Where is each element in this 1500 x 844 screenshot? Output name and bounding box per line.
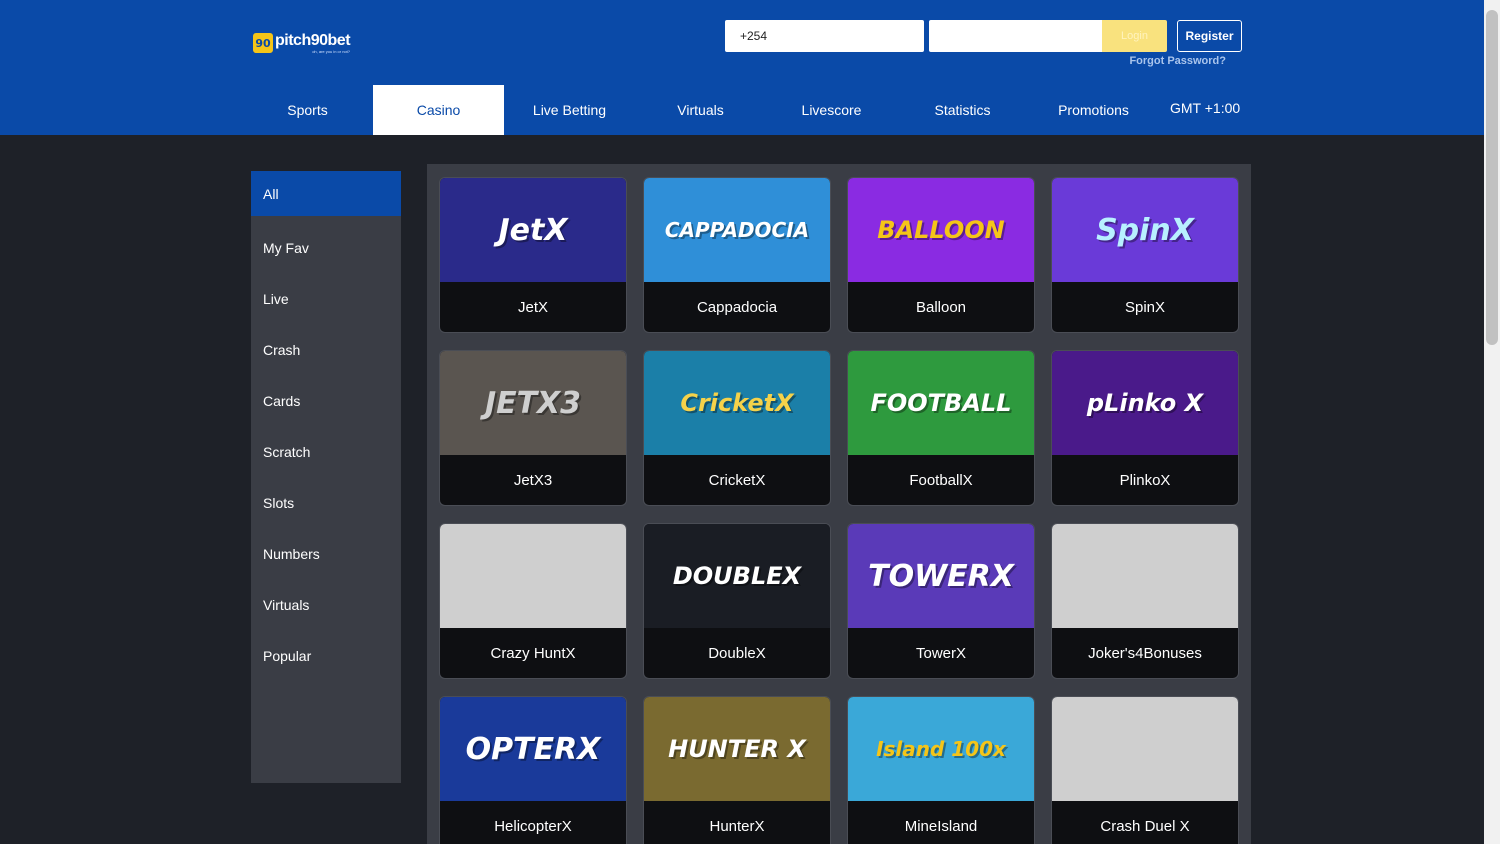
category-slots[interactable]: Slots (251, 477, 401, 528)
game-thumbnail-logo: BALLOON (877, 216, 1005, 244)
category-sidebar: All My Fav Live Crash Cards Scratch Slots Numbe… (251, 171, 401, 783)
game-thumbnail[interactable]: TOWERX (848, 524, 1034, 628)
game-title[interactable]: HelicopterX (440, 801, 626, 844)
forgot-password-link[interactable]: Forgot Password? (1129, 55, 1226, 67)
game-title[interactable]: Cappadocia (644, 282, 830, 332)
game-thumbnail-logo: DOUBLEX (672, 562, 802, 590)
site-header: 90 pitch90bet oh, are you in or not? Log… (0, 0, 1484, 135)
game-card[interactable]: CAPPADOCIA Cappadocia (643, 177, 831, 333)
game-thumbnail-logo: Island 100x (876, 737, 1006, 761)
game-title[interactable]: SpinX (1052, 282, 1238, 332)
register-button[interactable]: Register (1177, 20, 1242, 52)
games-grid: JetX JetX CAPPADOCIA Cappadocia BALLOON Ballo… (439, 177, 1239, 844)
game-card[interactable]: BALLOON Balloon (847, 177, 1035, 333)
game-card[interactable]: Island 100x MineIsland (847, 696, 1035, 844)
game-thumbnail[interactable] (1052, 697, 1238, 801)
game-thumbnail[interactable]: pLinko X (1052, 351, 1238, 455)
game-title[interactable]: MineIsland (848, 801, 1034, 844)
game-card[interactable]: Crash Duel X (1051, 696, 1239, 844)
game-thumbnail[interactable]: JetX (440, 178, 626, 282)
game-thumbnail[interactable]: CAPPADOCIA (644, 178, 830, 282)
game-card[interactable]: SpinX SpinX (1051, 177, 1239, 333)
game-thumbnail[interactable]: BALLOON (848, 178, 1034, 282)
game-thumbnail[interactable]: Island 100x (848, 697, 1034, 801)
game-thumbnail-logo: CAPPADOCIA (664, 218, 810, 242)
game-thumbnail[interactable]: JETX3 (440, 351, 626, 455)
category-virtuals[interactable]: Virtuals (251, 579, 401, 630)
game-thumbnail[interactable] (1052, 524, 1238, 628)
game-title[interactable]: FootballX (848, 455, 1034, 505)
game-title[interactable]: TowerX (848, 628, 1034, 678)
game-title[interactable]: JetX (440, 282, 626, 332)
category-numbers[interactable]: Numbers (251, 528, 401, 579)
logo-badge-icon: 90 (253, 33, 273, 53)
game-title[interactable]: CricketX (644, 455, 830, 505)
game-thumbnail-logo: JETX3 (484, 385, 582, 421)
game-title[interactable]: Balloon (848, 282, 1034, 332)
main-nav: Sports Casino Live Betting Virtuals Livescor… (242, 85, 1159, 135)
game-card[interactable]: TOWERX TowerX (847, 523, 1035, 679)
game-thumbnail[interactable]: CricketX (644, 351, 830, 455)
game-thumbnail-logo: FOOTBALL (870, 389, 1012, 417)
category-my-fav[interactable]: My Fav (251, 222, 401, 273)
game-card[interactable]: pLinko X PlinkoX (1051, 350, 1239, 506)
game-thumbnail-logo: OPTERX (465, 731, 601, 767)
nav-tab-sports[interactable]: Sports (242, 85, 373, 135)
game-thumbnail-logo: JetX (498, 212, 568, 248)
game-title[interactable]: DoubleX (644, 628, 830, 678)
game-card[interactable]: CricketX CricketX (643, 350, 831, 506)
scrollbar-thumb[interactable] (1486, 10, 1498, 345)
game-thumbnail[interactable]: SpinX (1052, 178, 1238, 282)
game-card[interactable]: OPTERX HelicopterX (439, 696, 627, 844)
category-popular[interactable]: Popular (251, 630, 401, 681)
category-cards[interactable]: Cards (251, 375, 401, 426)
password-input[interactable] (929, 20, 1102, 52)
game-title[interactable]: Crash Duel X (1052, 801, 1238, 844)
game-thumbnail[interactable]: FOOTBALL (848, 351, 1034, 455)
game-thumbnail-logo: pLinko X (1086, 389, 1204, 417)
nav-tab-virtuals[interactable]: Virtuals (635, 85, 766, 135)
game-thumbnail[interactable]: DOUBLEX (644, 524, 830, 628)
nav-tab-live-betting[interactable]: Live Betting (504, 85, 635, 135)
logo-tagline: oh, are you in or not? (312, 48, 351, 54)
site-logo[interactable]: 90 pitch90bet oh, are you in or not? (253, 30, 351, 56)
game-thumbnail-logo: HUNTER X (668, 735, 806, 763)
category-all[interactable]: All (251, 171, 401, 216)
game-card[interactable]: Crazy HuntX (439, 523, 627, 679)
game-card[interactable]: JETX3 JetX3 (439, 350, 627, 506)
game-thumbnail[interactable]: OPTERX (440, 697, 626, 801)
game-thumbnail-logo: CricketX (680, 389, 794, 417)
game-title[interactable]: Joker's4Bonuses (1052, 628, 1238, 678)
category-live[interactable]: Live (251, 273, 401, 324)
game-card[interactable]: HUNTER X HunterX (643, 696, 831, 844)
game-thumbnail[interactable] (440, 524, 626, 628)
timezone-label[interactable]: GMT +1:00 (1170, 100, 1240, 116)
logo-text: pitch90bet (275, 31, 351, 49)
game-title[interactable]: JetX3 (440, 455, 626, 505)
game-title[interactable]: HunterX (644, 801, 830, 844)
category-scratch[interactable]: Scratch (251, 426, 401, 477)
nav-tab-casino[interactable]: Casino (373, 85, 504, 135)
login-button[interactable]: Login (1102, 20, 1167, 52)
game-title[interactable]: PlinkoX (1052, 455, 1238, 505)
nav-tab-statistics[interactable]: Statistics (897, 85, 1028, 135)
game-card[interactable]: Joker's4Bonuses (1051, 523, 1239, 679)
game-card[interactable]: JetX JetX (439, 177, 627, 333)
game-title[interactable]: Crazy HuntX (440, 628, 626, 678)
category-crash[interactable]: Crash (251, 324, 401, 375)
game-thumbnail-logo: TOWERX (868, 558, 1014, 594)
phone-input[interactable] (725, 20, 924, 52)
game-thumbnail-logo: SpinX (1096, 212, 1194, 248)
game-card[interactable]: DOUBLEX DoubleX (643, 523, 831, 679)
game-thumbnail[interactable]: HUNTER X (644, 697, 830, 801)
nav-tab-promotions[interactable]: Promotions (1028, 85, 1159, 135)
game-card[interactable]: FOOTBALL FootballX (847, 350, 1035, 506)
nav-tab-livescore[interactable]: Livescore (766, 85, 897, 135)
